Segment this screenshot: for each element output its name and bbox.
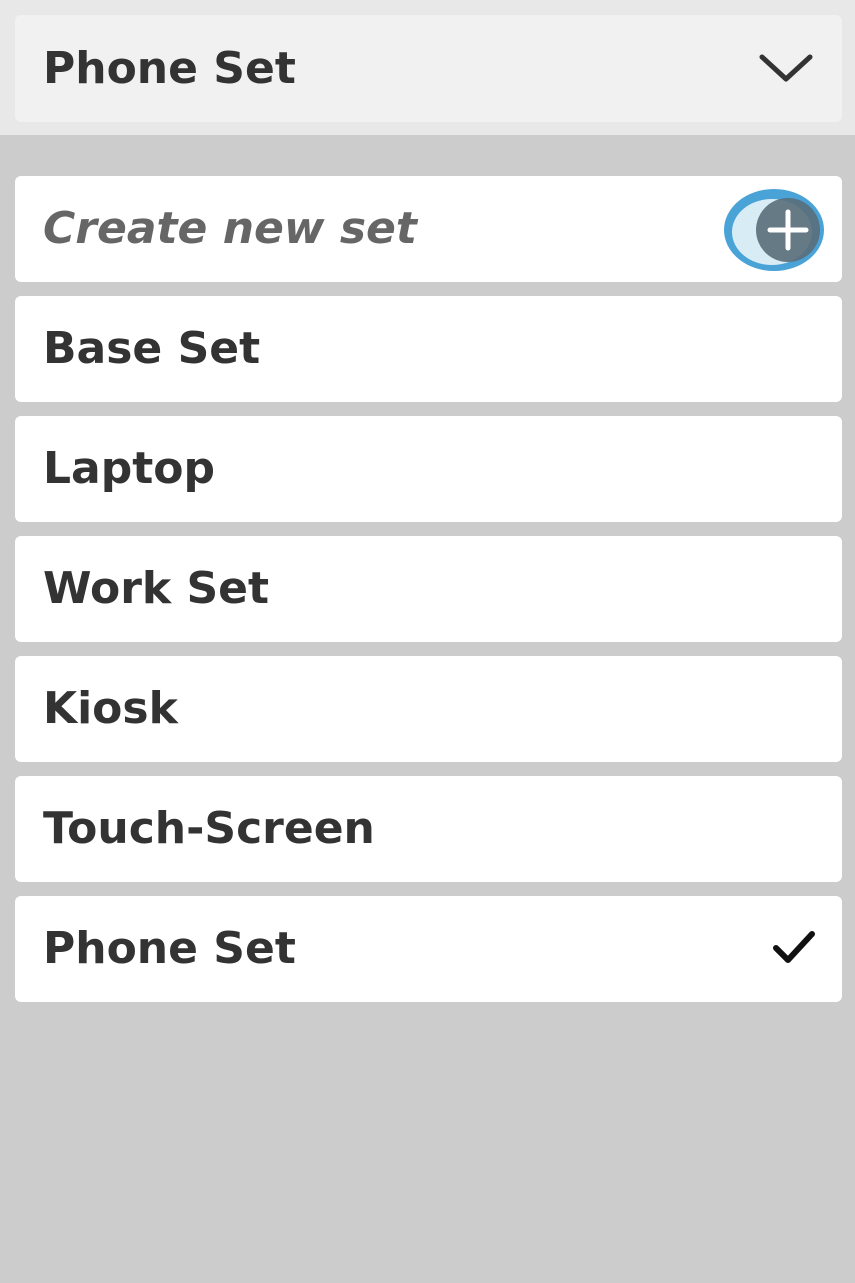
set-item-work-set[interactable]: Work Set <box>15 536 842 642</box>
set-item-label: Work Set <box>43 563 270 614</box>
set-item-phone-set[interactable]: Phone Set <box>15 896 842 1002</box>
set-item-label: Base Set <box>43 323 261 374</box>
set-list: Create new set Base Set Laptop Work Set … <box>15 176 842 1016</box>
create-new-set-item[interactable]: Create new set <box>15 176 842 282</box>
create-new-set-label: Create new set <box>43 203 417 254</box>
set-item-label: Kiosk <box>43 683 178 734</box>
set-item-laptop[interactable]: Laptop <box>15 416 842 522</box>
set-item-kiosk[interactable]: Kiosk <box>15 656 842 762</box>
set-item-label: Laptop <box>43 443 215 494</box>
set-item-base-set[interactable]: Base Set <box>15 296 842 402</box>
chevron-down-icon <box>758 51 814 87</box>
selected-set-title: Phone Set <box>43 42 296 94</box>
plus-icon[interactable] <box>722 186 826 274</box>
check-icon <box>770 928 818 968</box>
set-item-touch-screen[interactable]: Touch-Screen <box>15 776 842 882</box>
set-selector-dropdown[interactable]: Phone Set <box>15 15 842 122</box>
set-item-label: Touch-Screen <box>43 803 375 854</box>
set-item-label: Phone Set <box>43 923 296 974</box>
